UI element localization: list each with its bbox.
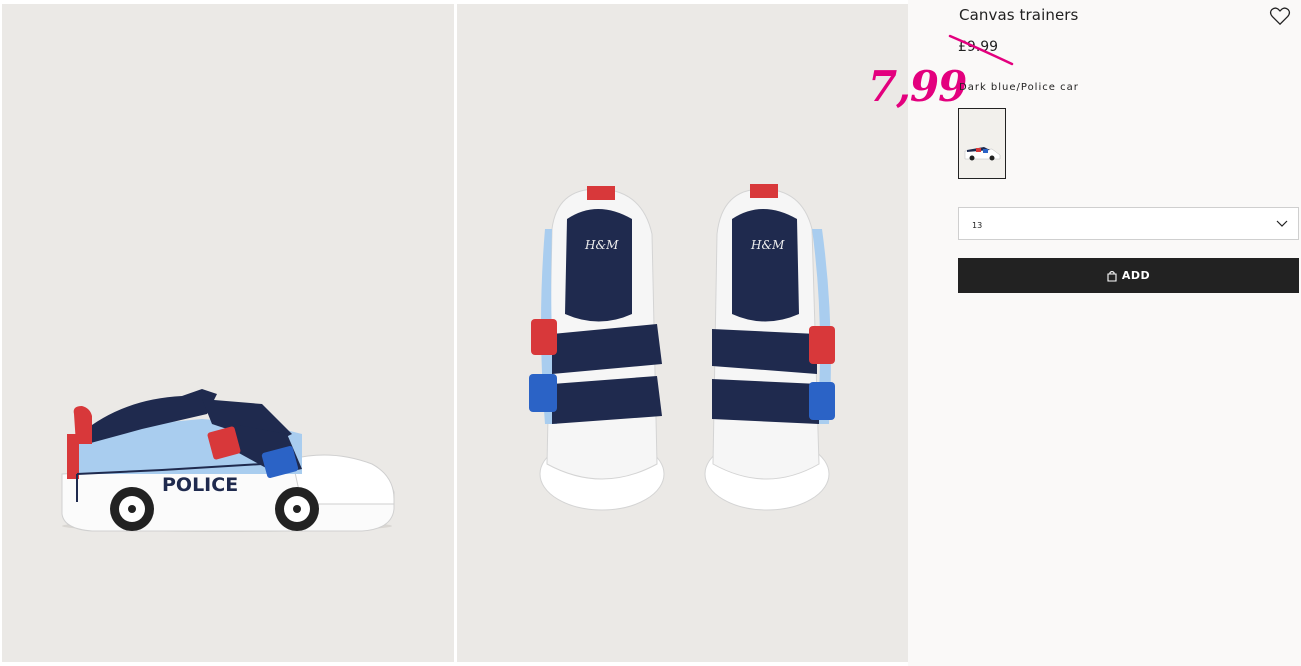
trainer-top-view: H&M H&M (529, 184, 835, 511)
product-gallery: POLICE H&M H&M (0, 0, 908, 666)
size-dropdown[interactable]: 13 (958, 207, 1299, 240)
heart-outline-icon (1269, 7, 1291, 26)
product-title: Canvas trainers (959, 6, 1079, 24)
shopping-bag-icon (1107, 270, 1117, 282)
trainer-side-view: POLICE (61, 389, 395, 532)
shoe-logo-right: H&M (750, 238, 785, 252)
favorite-button[interactable] (1269, 6, 1291, 26)
selected-size: 13 (972, 221, 983, 230)
shoe-logo-left: H&M (584, 238, 619, 252)
product-image-side[interactable]: POLICE (2, 4, 454, 662)
color-swatch-dark-blue-police-car[interactable] (958, 108, 1006, 179)
chevron-down-icon (1276, 220, 1288, 227)
product-detail-panel (908, 0, 1301, 666)
product-image-top[interactable]: H&M H&M (457, 4, 908, 662)
sale-price: 7,99 (868, 62, 967, 111)
swatch-thumbnail (964, 147, 1001, 161)
add-button-label: ADD (1121, 269, 1151, 282)
selected-color-name: Dark blue/Police car (959, 82, 1079, 93)
add-to-bag-button[interactable]: ADD (958, 258, 1299, 293)
shoe-police-text: POLICE (162, 474, 238, 496)
